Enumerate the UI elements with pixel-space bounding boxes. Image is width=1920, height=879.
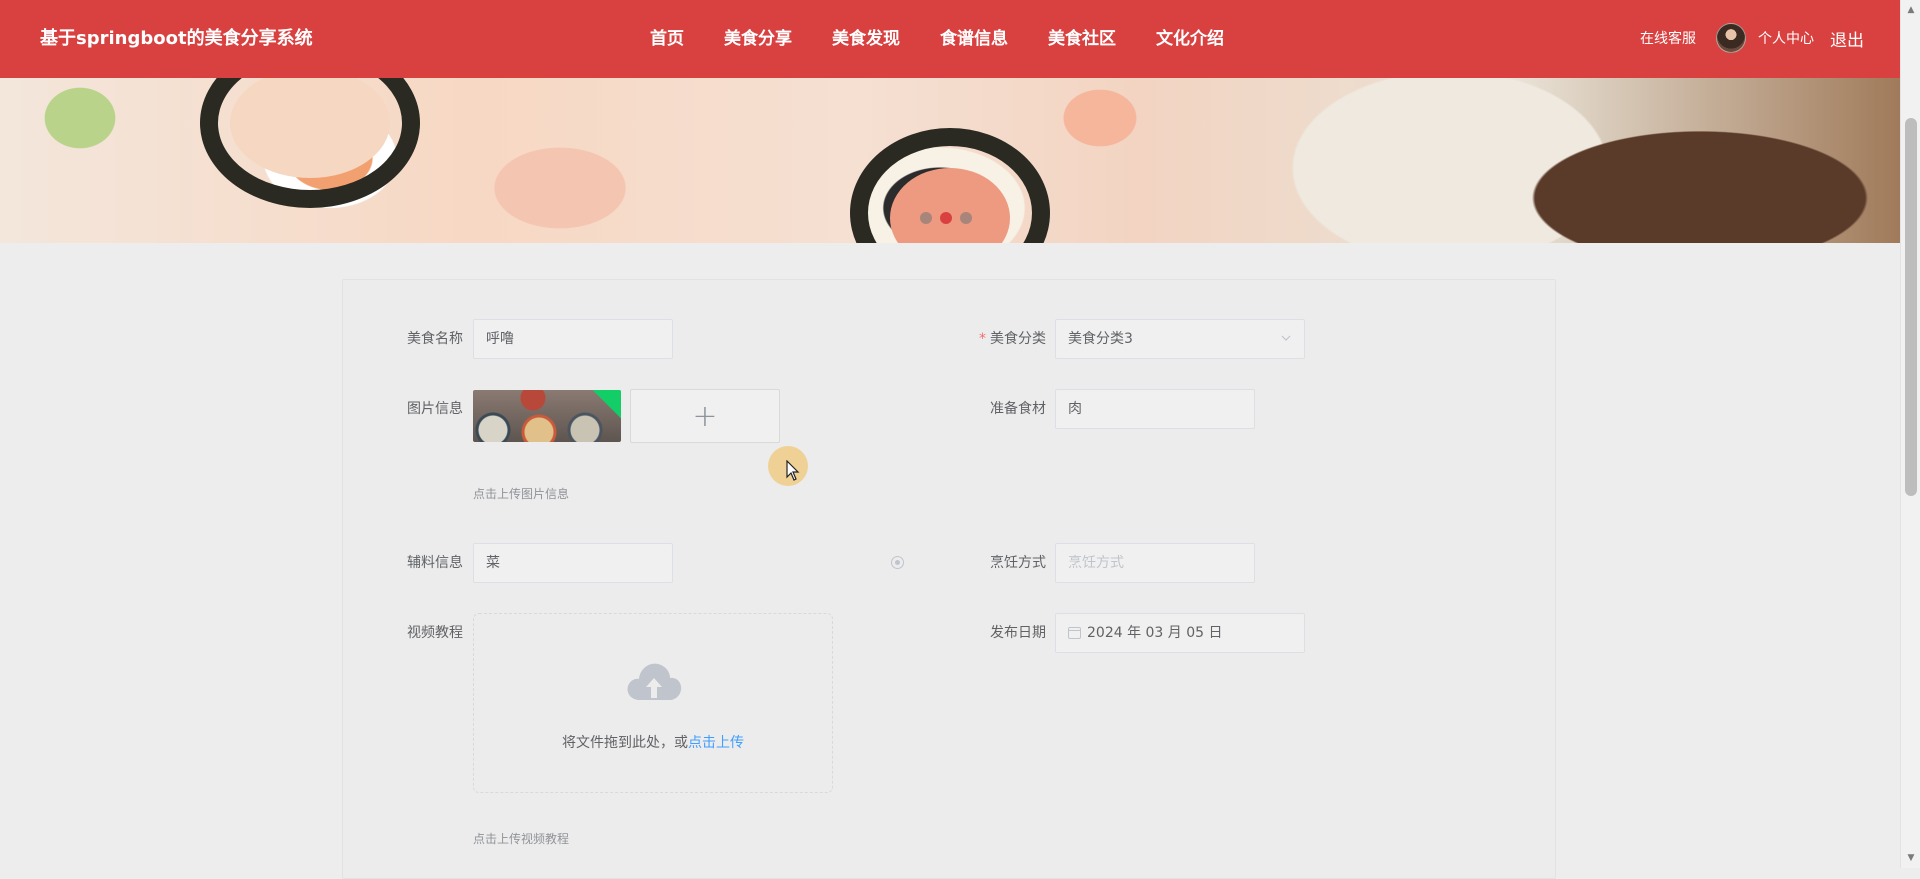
- cloud-upload-icon: [627, 663, 682, 700]
- nav-item-culture[interactable]: 文化介绍: [1156, 27, 1224, 51]
- scroll-up-arrow-icon[interactable]: ▲: [1901, 2, 1920, 18]
- profile-link[interactable]: 个人中心: [1758, 28, 1814, 48]
- required-mark: *: [979, 331, 986, 347]
- clear-icon[interactable]: [891, 556, 904, 569]
- logout-link[interactable]: 退出: [1830, 26, 1864, 51]
- publish-date-label: 发布日期: [990, 625, 1046, 641]
- uploaded-image-thumbnail[interactable]: ✓: [473, 390, 621, 442]
- video-label: 视频教程: [407, 625, 463, 641]
- food-name-label: 美食名称: [407, 331, 463, 347]
- header-actions: 在线客服 个人中心 退出: [1640, 20, 1864, 56]
- top-header: 基于springboot的美食分享系统 首页 美食分享 美食发现 食谱信息 美食…: [0, 0, 1900, 78]
- carousel-dot[interactable]: [960, 212, 972, 224]
- category-select-value: 美食分类3: [1068, 331, 1133, 347]
- auxiliary-label: 辅料信息: [407, 555, 463, 571]
- nav-item-food-share[interactable]: 美食分享: [724, 27, 792, 51]
- dropzone-text: 将文件拖到此处，或点击上传: [474, 732, 832, 752]
- calendar-icon: [1068, 627, 1081, 639]
- auxiliary-input[interactable]: 菜: [473, 543, 673, 583]
- carousel-dot-active[interactable]: [940, 212, 952, 224]
- banner-carousel[interactable]: [0, 78, 1900, 243]
- avatar[interactable]: [1716, 23, 1746, 53]
- image-upload-button[interactable]: +: [630, 389, 780, 443]
- carousel-dots: [920, 212, 972, 224]
- image-label: 图片信息: [407, 401, 463, 417]
- category-label: * 美食分类: [979, 331, 1046, 347]
- chevron-down-icon: [1280, 320, 1292, 373]
- mouse-cursor-icon: [786, 460, 800, 481]
- nav-item-food-discover[interactable]: 美食发现: [832, 27, 900, 51]
- nav-item-community[interactable]: 美食社区: [1048, 27, 1116, 51]
- video-dropzone[interactable]: 将文件拖到此处，或点击上传: [473, 613, 833, 793]
- scrollbar-thumb[interactable]: [1905, 118, 1917, 496]
- nav-item-recipes[interactable]: 食谱信息: [940, 27, 1008, 51]
- plus-icon: +: [692, 398, 718, 434]
- cooking-method-label: 烹饪方式: [990, 555, 1046, 571]
- carousel-dot[interactable]: [920, 212, 932, 224]
- site-title: 基于springboot的美食分享系统: [40, 28, 313, 49]
- publish-date-picker[interactable]: 2024 年 03 月 05 日: [1055, 613, 1305, 653]
- cooking-method-input[interactable]: 烹饪方式: [1055, 543, 1255, 583]
- ingredients-input[interactable]: 肉: [1055, 389, 1255, 429]
- online-service-link[interactable]: 在线客服: [1640, 28, 1696, 48]
- publish-date-value: 2024 年 03 月 05 日: [1087, 625, 1223, 641]
- video-upload-hint: 点击上传视频教程: [473, 832, 570, 846]
- main-nav: 首页 美食分享 美食发现 食谱信息 美食社区 文化介绍: [650, 27, 1264, 51]
- upload-success-badge: ✓: [590, 390, 621, 421]
- image-upload-hint: 点击上传图片信息: [473, 487, 570, 501]
- dropzone-instruction: 将文件拖到此处，或: [562, 735, 688, 751]
- food-name-input[interactable]: 呼噜: [473, 319, 673, 359]
- category-select[interactable]: 美食分类3: [1055, 319, 1305, 359]
- click-upload-link[interactable]: 点击上传: [688, 735, 744, 751]
- page-scrollbar[interactable]: ▲ ▼: [1900, 0, 1920, 868]
- scroll-down-arrow-icon[interactable]: ▼: [1901, 850, 1920, 866]
- nav-item-home[interactable]: 首页: [650, 27, 684, 51]
- ingredients-label: 准备食材: [990, 401, 1046, 417]
